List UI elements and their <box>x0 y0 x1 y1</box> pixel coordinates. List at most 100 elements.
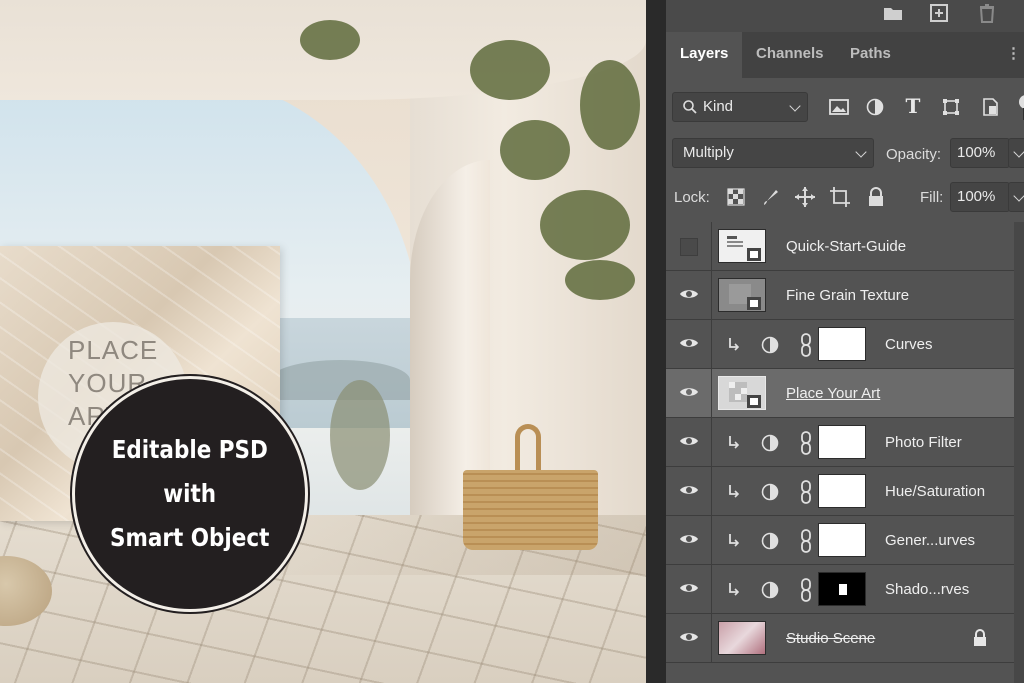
lock-label: Lock: <box>674 189 710 206</box>
visibility-toggle[interactable] <box>666 614 712 663</box>
fill-dropdown[interactable] <box>1008 182 1024 212</box>
vine-leaves <box>470 40 550 100</box>
visibility-toggle[interactable] <box>666 222 712 271</box>
layers-scrollbar[interactable] <box>1014 222 1024 683</box>
layer-name: Curves <box>885 336 933 353</box>
layer-name: Fine Grain Texture <box>786 287 910 304</box>
layers-list: Quick-Start-Guide Fine Grain Texture Cur… <box>666 222 1024 683</box>
layer-thumbnail <box>718 621 766 655</box>
adjustment-layer-icon <box>760 482 780 502</box>
visibility-toggle[interactable] <box>666 320 712 369</box>
link-icon[interactable] <box>798 528 814 554</box>
adjustment-layer-icon <box>760 580 780 600</box>
fill-input[interactable]: 100% <box>950 182 1010 212</box>
layer-row-selected[interactable]: Place Your Art <box>666 369 1014 418</box>
blend-row: Multiply Opacity: 100% <box>666 136 1024 170</box>
layer-name: Quick-Start-Guide <box>786 238 907 255</box>
clipping-arrow-icon <box>726 483 740 499</box>
filter-kind-select[interactable]: Kind <box>672 92 808 122</box>
eye-icon <box>679 532 699 550</box>
tab-layers[interactable]: Layers <box>666 32 743 78</box>
placeholder-line: PLACE <box>68 335 159 365</box>
visibility-toggle[interactable] <box>666 516 712 565</box>
link-icon[interactable] <box>798 577 814 603</box>
trash-icon[interactable] <box>976 2 998 24</box>
tab-paths[interactable]: Paths <box>836 32 905 78</box>
layer-row[interactable]: Photo Filter <box>666 418 1014 467</box>
mask-white-area <box>839 584 847 595</box>
image-filter-icon[interactable] <box>828 96 850 118</box>
lock-icon <box>971 628 989 648</box>
filter-kind-label: Kind <box>703 98 734 115</box>
layer-name: Place Your Art <box>786 385 881 402</box>
filter-toggle-icon[interactable] <box>1014 94 1024 120</box>
visibility-toggle[interactable] <box>666 565 712 614</box>
layer-mask-thumbnail <box>818 474 866 508</box>
opacity-value: 100% <box>957 144 996 161</box>
filter-row: Kind T <box>666 90 1024 124</box>
eye-icon <box>679 385 699 403</box>
eye-icon <box>679 434 699 452</box>
new-layer-icon[interactable] <box>928 2 950 24</box>
badge-line: Editable PSD <box>111 435 269 464</box>
chevron-down-icon <box>855 146 867 158</box>
layer-row[interactable]: Shado...rves <box>666 565 1014 614</box>
smart-object-filter-icon[interactable] <box>980 96 1002 118</box>
lock-transparency-icon[interactable] <box>726 187 746 207</box>
layer-name: Hue/Saturation <box>885 483 986 500</box>
vine-leaves <box>580 60 640 150</box>
chevron-down-icon <box>1013 146 1024 158</box>
lock-artboard-icon[interactable] <box>829 186 851 208</box>
link-icon[interactable] <box>798 479 814 505</box>
lock-pixels-icon[interactable] <box>761 187 781 207</box>
vine-leaves <box>540 190 630 260</box>
layer-row[interactable]: Studio Scene <box>666 614 1014 663</box>
visibility-toggle[interactable] <box>666 369 712 418</box>
visibility-toggle[interactable] <box>666 467 712 516</box>
fill-value: 100% <box>957 188 996 205</box>
clipping-arrow-icon <box>726 532 740 548</box>
eye-icon <box>679 287 699 305</box>
eye-icon <box>679 630 699 648</box>
visibility-toggle[interactable] <box>666 418 712 467</box>
opacity-label: Opacity: <box>886 146 942 163</box>
promo-badge: Editable PSD with Smart Object <box>72 376 308 612</box>
panel-tabs: Layers Channels Paths ⋮ <box>666 32 1024 78</box>
adjustment-filter-icon[interactable] <box>864 96 886 118</box>
link-icon[interactable] <box>798 332 814 358</box>
lock-row: Lock: Fill: 100% <box>666 180 1024 214</box>
layer-row[interactable]: Quick-Start-Guide <box>666 222 1014 271</box>
clipping-arrow-icon <box>726 434 740 450</box>
layers-panel: Layers Channels Paths ⋮ Kind T Multiply … <box>666 0 1024 683</box>
layer-row[interactable]: Curves <box>666 320 1014 369</box>
visibility-toggle[interactable] <box>666 271 712 320</box>
tab-channels[interactable]: Channels <box>742 32 838 78</box>
panel-menu-icon[interactable]: ⋮ <box>1006 32 1021 78</box>
vine-leaves <box>300 20 360 60</box>
clipping-arrow-icon <box>726 581 740 597</box>
wicker-basket <box>463 470 598 550</box>
blend-mode-select[interactable]: Multiply <box>672 138 874 168</box>
lock-all-icon[interactable] <box>866 186 886 208</box>
search-icon <box>682 99 698 115</box>
badge-line: Smart Object <box>110 523 270 552</box>
layer-row[interactable]: Hue/Saturation <box>666 467 1014 516</box>
opacity-dropdown[interactable] <box>1008 138 1024 168</box>
lock-position-icon[interactable] <box>794 186 816 208</box>
plant-bush <box>330 380 390 490</box>
folder-icon[interactable] <box>882 2 904 24</box>
opacity-input[interactable]: 100% <box>950 138 1010 168</box>
eye-icon <box>679 336 699 354</box>
layer-thumbnail <box>718 278 766 312</box>
layer-name: Gener...urves <box>885 532 976 549</box>
shape-filter-icon[interactable] <box>940 96 962 118</box>
adjustment-layer-icon <box>760 335 780 355</box>
layer-name: Studio Scene <box>786 630 876 647</box>
adjustment-layer-icon <box>760 531 780 551</box>
layer-row[interactable]: Gener...urves <box>666 516 1014 565</box>
layer-row[interactable]: Fine Grain Texture <box>666 271 1014 320</box>
type-filter-icon[interactable]: T <box>902 94 924 118</box>
link-icon[interactable] <box>798 430 814 456</box>
layer-mask-thumbnail <box>818 425 866 459</box>
fill-label: Fill: <box>920 189 944 206</box>
